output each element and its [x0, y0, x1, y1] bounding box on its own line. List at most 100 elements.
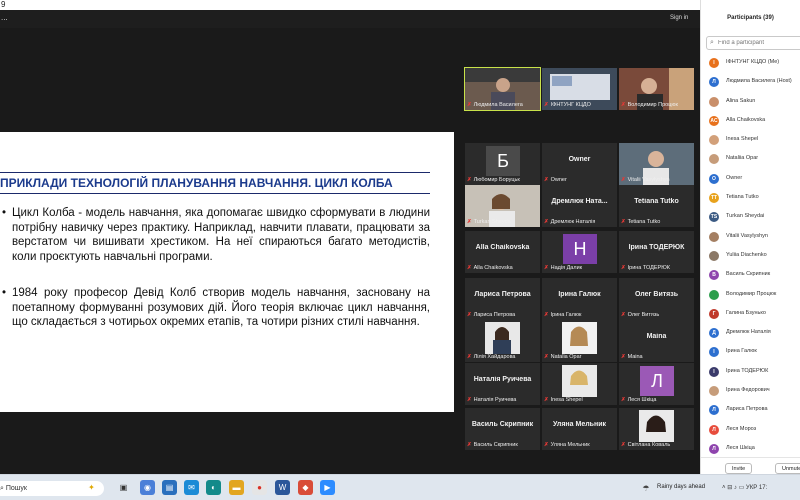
video-tile[interactable]: Н ✗ Надія Далик	[542, 231, 617, 273]
participant-row[interactable]: І Ірина Галюк	[701, 343, 800, 362]
mail-icon[interactable]: ✉	[184, 480, 199, 495]
copilot-icon[interactable]: ✦	[84, 480, 99, 495]
task-view-icon[interactable]: ▣	[116, 480, 131, 495]
participant-row[interactable]: Yuliia Diachenko	[701, 247, 800, 266]
video-tile[interactable]: Ірина Галюк ✗ Ірина Галюк	[542, 278, 617, 320]
tile-name: Лариса Петрова	[474, 291, 531, 298]
tile-caption: ✗ Дремлюк Наталія	[544, 219, 596, 225]
store-icon[interactable]: ▤	[162, 480, 177, 495]
tile-name: Ірина ТОДЕРЮК	[628, 244, 685, 251]
participant-row[interactable]: Vitalii Vasylyshyn	[701, 228, 800, 247]
participant-row[interactable]: AC Alla Chaikovska	[701, 112, 800, 131]
participant-name: Людмила Василега (Host)	[726, 78, 792, 85]
avatar: O	[709, 173, 719, 184]
tile-name: Уляна Мельник	[552, 421, 607, 428]
participant-row[interactable]: Г Галина Бзунько	[701, 305, 800, 324]
clock: 17:	[758, 485, 768, 491]
mic-muted-icon: ✗	[467, 442, 472, 448]
system-tray[interactable]: ˄ ⊟ ♪ ▭ УКР 17:	[722, 484, 767, 491]
participant-name: Леся Мороз	[726, 425, 757, 432]
mic-muted-icon: ✗	[621, 102, 626, 108]
participant-row[interactable]: І ІФНТУНГ КЦДО (Me)	[701, 54, 800, 73]
word-icon[interactable]: W	[275, 480, 290, 495]
video-tile[interactable]: Лариса Петрова ✗ Лариса Петрова	[465, 278, 540, 320]
video-tile[interactable]: ✗ Turkan Sheyda	[465, 185, 540, 227]
avatar	[709, 96, 719, 107]
tile-caption: ✗ Natalia Opar	[544, 354, 582, 360]
participant-row[interactable]: Л Людмила Василега (Host)	[701, 73, 800, 92]
tile-caption: ✗ Ірина ТОДЕРЮК	[621, 265, 670, 271]
avatar: Л	[640, 366, 674, 396]
participant-name: Галина Бзунько	[726, 309, 766, 316]
video-tile[interactable]: ✗ Лілія Хайдарова	[465, 320, 540, 362]
participants-title: Participants (39)	[727, 15, 774, 21]
video-tile[interactable]: ✗ Inesa Shepel	[542, 363, 617, 405]
participant-search[interactable]: ⌕	[706, 36, 800, 50]
video-tile[interactable]: Tetiana Tutko ✗ Tetiana Tutko	[619, 185, 694, 227]
video-tile[interactable]: ✗ Vitalii Vasylyshyn	[619, 143, 694, 185]
video-tile[interactable]: Наталія Руичева ✗ Наталія Руичева	[465, 363, 540, 405]
tile-caption: ✗ Maina	[621, 354, 643, 360]
mic-muted-icon: ✗	[544, 354, 549, 360]
participant-row[interactable]: Inesa Shepel	[701, 131, 800, 150]
volume-icon: ♪	[733, 485, 737, 491]
chrome-icon[interactable]: ●	[252, 480, 267, 495]
slide-body: Цикл Колба - модель навчання, яка допома…	[0, 206, 430, 345]
participant-name: Alina Sakun	[726, 97, 756, 104]
tile-caption: ✗ Володимир Процюк	[621, 102, 678, 108]
tile-name: Tetiana Tutko	[634, 198, 679, 205]
participant-row[interactable]: І Ірина ТОДЕРЮК	[701, 363, 800, 382]
unmute-button[interactable]: Unmute	[775, 463, 800, 474]
participant-row[interactable]: O Owner	[701, 170, 800, 189]
participant-search-input[interactable]	[718, 38, 798, 48]
video-tile[interactable]: Б ✗ Любомир Боруцьк	[465, 143, 540, 185]
edge-icon[interactable]: ◐	[206, 480, 221, 495]
video-tile[interactable]: Василь Скрипник ✗ Василь Скрипник	[465, 408, 540, 450]
avatar: Г	[709, 308, 719, 319]
menu-dots[interactable]: ...	[1, 13, 8, 22]
tile-caption: ✗ Любомир Боруцьк	[467, 177, 520, 183]
video-tile[interactable]: Л ✗ Леся Шкіца	[619, 363, 694, 405]
video-tile[interactable]: Ірина ТОДЕРЮК ✗ Ірина ТОДЕРЮК	[619, 231, 694, 273]
zoom-app-icon[interactable]: ▶	[320, 480, 335, 495]
avatar: І	[709, 347, 719, 358]
participant-name: Василь Скрипник	[726, 271, 771, 278]
participant-name: Turkan Sheydai	[726, 213, 765, 220]
participant-row[interactable]: Nataliia Opar	[701, 150, 800, 169]
video-tile[interactable]: Олег Витязь ✗ Олег Витязь	[619, 278, 694, 320]
avatar	[709, 154, 719, 165]
avatar: Л	[709, 405, 719, 416]
participant-name: Ірина ТОДЕРЮК	[726, 367, 769, 374]
app-icon[interactable]: ◆	[298, 480, 313, 495]
video-tile[interactable]: Owner ✗ Owner	[542, 143, 617, 185]
video-tile[interactable]: Уляна Мельник ✗ Уляна Мельник	[542, 408, 617, 450]
video-tile[interactable]: ✗ ІФНТУНГ КЦДО	[542, 68, 617, 110]
video-tile[interactable]: Maina ✗ Maina	[619, 320, 694, 362]
video-tile[interactable]: ✗ Світлана Коваль	[619, 408, 694, 450]
video-tile[interactable]: ✗ Людмила Василега	[464, 67, 541, 111]
file-explorer-icon[interactable]: ▬	[229, 480, 244, 495]
participant-row[interactable]: Володимир Процюк	[701, 286, 800, 305]
tile-caption: ✗ Alla Chaikovska	[467, 265, 513, 271]
widgets-icon[interactable]: ◉	[140, 480, 155, 495]
video-tile[interactable]: ✗ Natalia Opar	[542, 320, 617, 362]
mic-muted-icon: ✗	[621, 354, 626, 360]
participant-row[interactable]: Л Леся Мороз	[701, 421, 800, 440]
participant-row[interactable]: Alina Sakun	[701, 93, 800, 112]
participant-row[interactable]: Д Дремлюк Наталія	[701, 324, 800, 343]
participant-row[interactable]: В Василь Скрипник	[701, 266, 800, 285]
participant-row[interactable]: TT Tetiana Tutko	[701, 189, 800, 208]
invite-button[interactable]: Invite	[725, 463, 753, 474]
video-tile[interactable]: Alla Chaikovska ✗ Alla Chaikovska	[465, 231, 540, 273]
window-titlebar: 9	[0, 0, 700, 10]
video-tile[interactable]: Дремлюк Ната... ✗ Дремлюк Наталія	[542, 185, 617, 227]
participants-panel: Participants (39) ⌕ І ІФНТУНГ КЦДО (Me) Л…	[700, 0, 800, 475]
video-tile[interactable]: ✗ Володимир Процюк	[619, 68, 694, 110]
weather-text[interactable]: Rainy days ahead	[657, 484, 705, 490]
sign-in-button[interactable]: Sign in	[670, 15, 688, 21]
avatar: Д	[709, 328, 719, 339]
chevron-up-icon: ˄	[722, 485, 726, 491]
participant-row[interactable]: Л Лариса Петрова	[701, 401, 800, 420]
participant-row[interactable]: Ірина Федорович	[701, 382, 800, 401]
participant-row[interactable]: TS Turkan Sheydai	[701, 208, 800, 227]
